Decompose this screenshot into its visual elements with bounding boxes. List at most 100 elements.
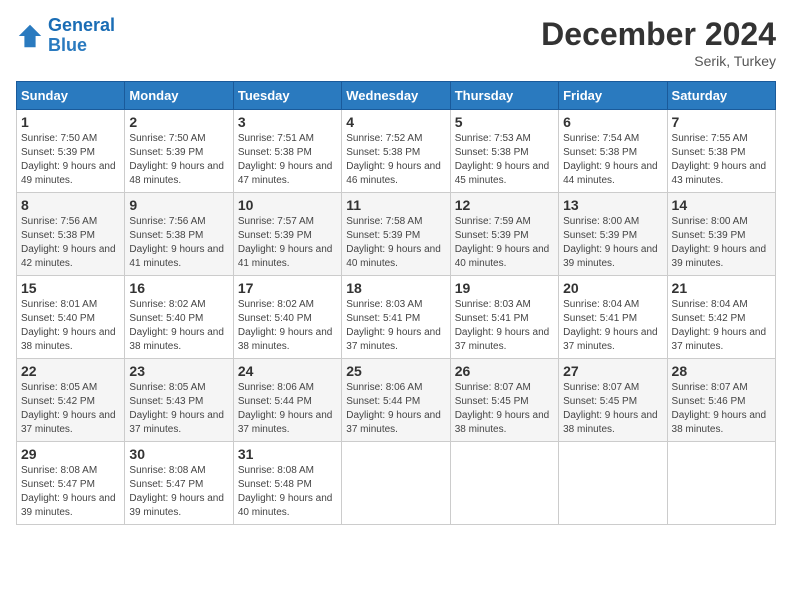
header-wednesday: Wednesday <box>342 82 450 110</box>
day-info: Sunrise: 8:08 AMSunset: 5:48 PMDaylight:… <box>238 464 337 520</box>
day-number: 17 <box>238 280 337 296</box>
table-row: 18 Sunrise: 8:03 AMSunset: 5:41 PMDayligh… <box>342 276 450 359</box>
day-info: Sunrise: 8:06 AMSunset: 5:44 PMDaylight:… <box>346 381 445 437</box>
day-number: 14 <box>672 197 771 213</box>
day-info: Sunrise: 8:05 AMSunset: 5:43 PMDaylight:… <box>129 381 228 437</box>
logo-icon <box>16 22 44 50</box>
table-row: 14Sunrise: 8:00 AMSunset: 5:39 PMDayligh… <box>667 193 775 276</box>
table-row: 1 Sunrise: 7:50 AMSunset: 5:39 PMDaylight… <box>17 110 125 193</box>
day-number: 30 <box>129 446 228 462</box>
table-row: 25 Sunrise: 8:06 AMSunset: 5:44 PMDayligh… <box>342 359 450 442</box>
location: Serik, Turkey <box>541 53 776 69</box>
day-number: 13 <box>563 197 662 213</box>
logo-text: General Blue <box>48 16 115 56</box>
logo: General Blue <box>16 16 115 56</box>
header-sunday: Sunday <box>17 82 125 110</box>
day-number: 21 <box>672 280 771 296</box>
day-info: Sunrise: 7:52 AMSunset: 5:38 PMDaylight:… <box>346 132 445 188</box>
day-number: 10 <box>238 197 337 213</box>
day-info: Sunrise: 7:57 AMSunset: 5:39 PMDaylight:… <box>238 215 337 271</box>
logo-line1: General <box>48 15 115 35</box>
header-monday: Monday <box>125 82 233 110</box>
day-info: Sunrise: 8:00 AMSunset: 5:39 PMDaylight:… <box>563 215 662 271</box>
day-number: 1 <box>21 114 120 130</box>
day-info: Sunrise: 7:50 AMSunset: 5:39 PMDaylight:… <box>21 132 120 188</box>
day-number: 25 <box>346 363 445 379</box>
table-row: 28 Sunrise: 8:07 AMSunset: 5:46 PMDayligh… <box>667 359 775 442</box>
table-row: 29 Sunrise: 8:08 AMSunset: 5:47 PMDayligh… <box>17 442 125 525</box>
header-thursday: Thursday <box>450 82 558 110</box>
month-title: December 2024 <box>541 16 776 53</box>
day-info: Sunrise: 8:08 AMSunset: 5:47 PMDaylight:… <box>129 464 228 520</box>
day-info: Sunrise: 8:08 AMSunset: 5:47 PMDaylight:… <box>21 464 120 520</box>
table-row <box>342 442 450 525</box>
table-row <box>667 442 775 525</box>
day-info: Sunrise: 8:04 AMSunset: 5:41 PMDaylight:… <box>563 298 662 354</box>
day-number: 31 <box>238 446 337 462</box>
day-number: 5 <box>455 114 554 130</box>
day-info: Sunrise: 8:02 AMSunset: 5:40 PMDaylight:… <box>238 298 337 354</box>
table-row: 30 Sunrise: 8:08 AMSunset: 5:47 PMDayligh… <box>125 442 233 525</box>
day-info: Sunrise: 8:06 AMSunset: 5:44 PMDaylight:… <box>238 381 337 437</box>
header-tuesday: Tuesday <box>233 82 341 110</box>
calendar-week-row: 22 Sunrise: 8:05 AMSunset: 5:42 PMDayligh… <box>17 359 776 442</box>
day-number: 18 <box>346 280 445 296</box>
table-row: 2 Sunrise: 7:50 AMSunset: 5:39 PMDaylight… <box>125 110 233 193</box>
day-number: 3 <box>238 114 337 130</box>
calendar-week-row: 8 Sunrise: 7:56 AMSunset: 5:38 PMDaylight… <box>17 193 776 276</box>
header-saturday: Saturday <box>667 82 775 110</box>
day-number: 8 <box>21 197 120 213</box>
day-number: 2 <box>129 114 228 130</box>
day-info: Sunrise: 8:07 AMSunset: 5:46 PMDaylight:… <box>672 381 771 437</box>
day-info: Sunrise: 8:07 AMSunset: 5:45 PMDaylight:… <box>563 381 662 437</box>
day-number: 9 <box>129 197 228 213</box>
day-number: 26 <box>455 363 554 379</box>
calendar-header-row: Sunday Monday Tuesday Wednesday Thursday… <box>17 82 776 110</box>
day-info: Sunrise: 7:55 AMSunset: 5:38 PMDaylight:… <box>672 132 771 188</box>
day-info: Sunrise: 7:53 AMSunset: 5:38 PMDaylight:… <box>455 132 554 188</box>
table-row: 10 Sunrise: 7:57 AMSunset: 5:39 PMDayligh… <box>233 193 341 276</box>
table-row: 6 Sunrise: 7:54 AMSunset: 5:38 PMDaylight… <box>559 110 667 193</box>
day-number: 27 <box>563 363 662 379</box>
page-header: General Blue December 2024 Serik, Turkey <box>16 16 776 69</box>
day-info: Sunrise: 8:07 AMSunset: 5:45 PMDaylight:… <box>455 381 554 437</box>
table-row: 9Sunrise: 7:56 AMSunset: 5:38 PMDaylight… <box>125 193 233 276</box>
day-number: 6 <box>563 114 662 130</box>
day-info: Sunrise: 8:02 AMSunset: 5:40 PMDaylight:… <box>129 298 228 354</box>
table-row: 13 Sunrise: 8:00 AMSunset: 5:39 PMDayligh… <box>559 193 667 276</box>
day-number: 19 <box>455 280 554 296</box>
day-info: Sunrise: 8:03 AMSunset: 5:41 PMDaylight:… <box>455 298 554 354</box>
day-number: 15 <box>21 280 120 296</box>
day-number: 22 <box>21 363 120 379</box>
logo-line2: Blue <box>48 35 87 55</box>
table-row: 12 Sunrise: 7:59 AMSunset: 5:39 PMDayligh… <box>450 193 558 276</box>
table-row: 22 Sunrise: 8:05 AMSunset: 5:42 PMDayligh… <box>17 359 125 442</box>
day-number: 4 <box>346 114 445 130</box>
day-info: Sunrise: 7:59 AMSunset: 5:39 PMDaylight:… <box>455 215 554 271</box>
day-info: Sunrise: 7:58 AMSunset: 5:39 PMDaylight:… <box>346 215 445 271</box>
table-row: 31 Sunrise: 8:08 AMSunset: 5:48 PMDayligh… <box>233 442 341 525</box>
day-number: 12 <box>455 197 554 213</box>
day-number: 11 <box>346 197 445 213</box>
day-number: 20 <box>563 280 662 296</box>
table-row: 23Sunrise: 8:05 AMSunset: 5:43 PMDayligh… <box>125 359 233 442</box>
table-row: 26 Sunrise: 8:07 AMSunset: 5:45 PMDayligh… <box>450 359 558 442</box>
table-row: 20 Sunrise: 8:04 AMSunset: 5:41 PMDayligh… <box>559 276 667 359</box>
table-row: 8 Sunrise: 7:56 AMSunset: 5:38 PMDaylight… <box>17 193 125 276</box>
day-info: Sunrise: 8:04 AMSunset: 5:42 PMDaylight:… <box>672 298 771 354</box>
day-number: 28 <box>672 363 771 379</box>
day-number: 24 <box>238 363 337 379</box>
day-info: Sunrise: 7:51 AMSunset: 5:38 PMDaylight:… <box>238 132 337 188</box>
day-info: Sunrise: 8:05 AMSunset: 5:42 PMDaylight:… <box>21 381 120 437</box>
table-row: 5 Sunrise: 7:53 AMSunset: 5:38 PMDaylight… <box>450 110 558 193</box>
day-info: Sunrise: 8:03 AMSunset: 5:41 PMDaylight:… <box>346 298 445 354</box>
day-info: Sunrise: 7:54 AMSunset: 5:38 PMDaylight:… <box>563 132 662 188</box>
calendar-table: Sunday Monday Tuesday Wednesday Thursday… <box>16 81 776 525</box>
table-row: 15Sunrise: 8:01 AMSunset: 5:40 PMDayligh… <box>17 276 125 359</box>
day-info: Sunrise: 7:56 AMSunset: 5:38 PMDaylight:… <box>21 215 120 271</box>
table-row: 27 Sunrise: 8:07 AMSunset: 5:45 PMDayligh… <box>559 359 667 442</box>
day-number: 16 <box>129 280 228 296</box>
day-number: 29 <box>21 446 120 462</box>
day-info: Sunrise: 7:50 AMSunset: 5:39 PMDaylight:… <box>129 132 228 188</box>
calendar-week-row: 1 Sunrise: 7:50 AMSunset: 5:39 PMDaylight… <box>17 110 776 193</box>
